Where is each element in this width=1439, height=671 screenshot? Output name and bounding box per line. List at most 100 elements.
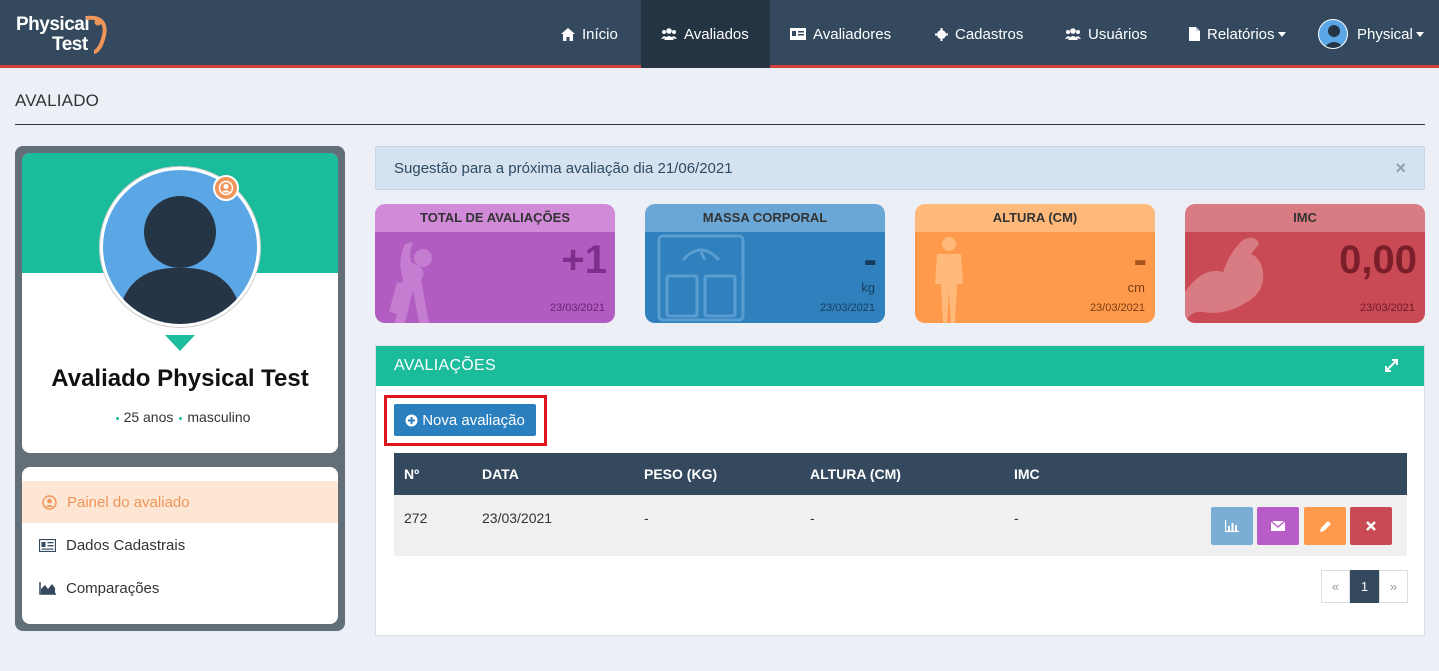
nav-cadastros[interactable]: Cadastros [915,0,1043,68]
send-email-button[interactable] [1257,507,1299,545]
new-evaluation-button[interactable]: Nova avaliação [394,404,536,436]
column-header: DATA [482,466,519,482]
logo-swoosh-icon [85,15,107,54]
id-card-icon [790,28,806,40]
nav-usuarios-label: Usuários [1088,25,1148,43]
profile-menu: Painel do avaliado Dados Cadastrais Comp… [22,467,338,624]
nav-relatorios-label: Relatórios [1207,25,1275,43]
cell-date: 23/03/2021 [482,510,553,526]
cell-num: 272 [404,510,428,526]
profile-card: Avaliado Physical Test 25 anos masculino [22,153,338,453]
pagination: « 1 » [1321,570,1408,603]
nav-user-menu[interactable]: Physical [1298,0,1439,68]
top-navbar: Physical Test Início Avaliados Avaliador… [0,0,1439,68]
stat-date: 23/03/2021 [549,302,605,314]
stat-value: 0,00 [1339,238,1417,282]
stat-date: 23/03/2021 [1359,302,1415,314]
times-icon [1366,521,1376,531]
close-icon[interactable]: × [1395,158,1406,179]
nav-inicio-label: Início [582,25,618,43]
stat-card-title: MASSA CORPORAL [645,204,885,232]
pagination-page[interactable]: 1 [1350,570,1379,603]
pagination-prev[interactable]: « [1321,570,1350,603]
stat-value: +1 [561,238,607,282]
pencil-icon [1319,520,1331,532]
panel-title: AVALIAÇÕES [394,357,496,374]
new-evaluation-label: Nova avaliação [422,411,525,429]
nav-avaliados-label: Avaliados [684,25,749,43]
menu-item-label: Painel do avaliado [67,493,190,511]
exercise-person-icon [389,242,432,323]
id-card-icon [39,538,56,552]
delete-button[interactable] [1350,507,1392,545]
nav-cadastros-label: Cadastros [955,25,1024,43]
panel-header: AVALIAÇÕES [376,346,1424,386]
stat-card-massa-corporal: MASSA CORPORAL - kg 23/03/2021 [645,204,885,323]
pagination-next[interactable]: » [1379,570,1408,603]
edit-button[interactable] [1304,507,1346,545]
stat-card-title: IMC [1185,204,1425,232]
avatar [1318,19,1348,49]
page-title: AVALIADO [15,91,100,110]
nav-user-label: Physical [1357,25,1413,43]
table-header: Nº DATA PESO (KG) ALTURA (CM) IMC [394,453,1407,495]
nav-avaliadores[interactable]: Avaliadores [770,0,911,68]
bullet-icon [179,416,183,420]
column-header: IMC [1014,466,1040,482]
scale-icon [657,234,745,322]
evaluations-panel: AVALIAÇÕES Nova avaliação Nº DATA PESO (… [375,345,1425,636]
person-standing-icon [935,237,963,323]
expand-icon[interactable] [1385,359,1398,372]
home-icon [561,27,575,41]
area-chart-icon [39,581,56,595]
cell-weight: - [644,510,649,526]
nav-avaliados[interactable]: Avaliados [641,0,770,68]
stat-value: - [863,238,877,282]
column-header: Nº [404,466,420,482]
menu-item-dados-cadastrais[interactable]: Dados Cadastrais [22,524,338,566]
users-icon [1065,28,1081,40]
bar-chart-icon [1225,520,1239,532]
chevron-down-icon [1415,32,1424,37]
muscle-arm-icon [1185,237,1264,323]
profile-sidebar: Avaliado Physical Test 25 anos masculino … [15,146,345,631]
menu-item-painel[interactable]: Painel do avaliado [22,481,338,523]
user-circle-icon [213,175,239,201]
nav-relatorios[interactable]: Relatórios [1169,0,1306,68]
plus-circle-icon [405,414,418,426]
stat-date: 23/03/2021 [1089,302,1145,314]
profile-name: Avaliado Physical Test [51,365,309,392]
alert-text: Sugestão para a próxima avaliação dia 21… [394,159,733,177]
nav-inicio[interactable]: Início [541,0,638,68]
envelope-icon [1271,521,1285,531]
file-icon [1189,27,1200,41]
app-logo[interactable]: Physical Test [16,12,116,58]
nav-usuarios[interactable]: Usuários [1045,0,1167,68]
stat-card-imc: IMC 0,00 23/03/2021 [1185,204,1425,323]
stat-unit: kg [861,280,875,295]
stat-card-altura: ALTURA (CM) - cm 23/03/2021 [915,204,1155,323]
chevron-down-icon [1277,32,1286,37]
cell-height: - [810,510,815,526]
menu-item-label: Comparações [66,579,160,597]
suggestion-alert: Sugestão para a próxima avaliação dia 21… [375,146,1425,190]
profile-arrow [165,335,195,351]
stat-card-title: TOTAL DE AVALIAÇÕES [375,204,615,232]
menu-item-comparacoes[interactable]: Comparações [22,567,338,609]
column-header: ALTURA (CM) [810,466,901,482]
cell-imc: - [1014,510,1019,526]
bullet-icon [115,416,119,420]
stat-date: 23/03/2021 [819,302,875,314]
menu-item-label: Dados Cadastrais [66,536,186,554]
stat-card-total-avaliacoes: TOTAL DE AVALIAÇÕES +1 23/03/2021 [375,204,615,323]
user-circle-icon [42,494,57,510]
users-icon [661,28,677,40]
view-chart-button[interactable] [1211,507,1253,545]
profile-meta: 25 anos masculino [22,409,338,425]
divider [15,124,1425,125]
stat-value: - [1133,238,1147,282]
stat-card-title: ALTURA (CM) [915,204,1155,232]
nav-avaliadores-label: Avaliadores [813,25,892,43]
gear-icon [935,27,948,41]
profile-age: 25 anos [123,409,174,425]
